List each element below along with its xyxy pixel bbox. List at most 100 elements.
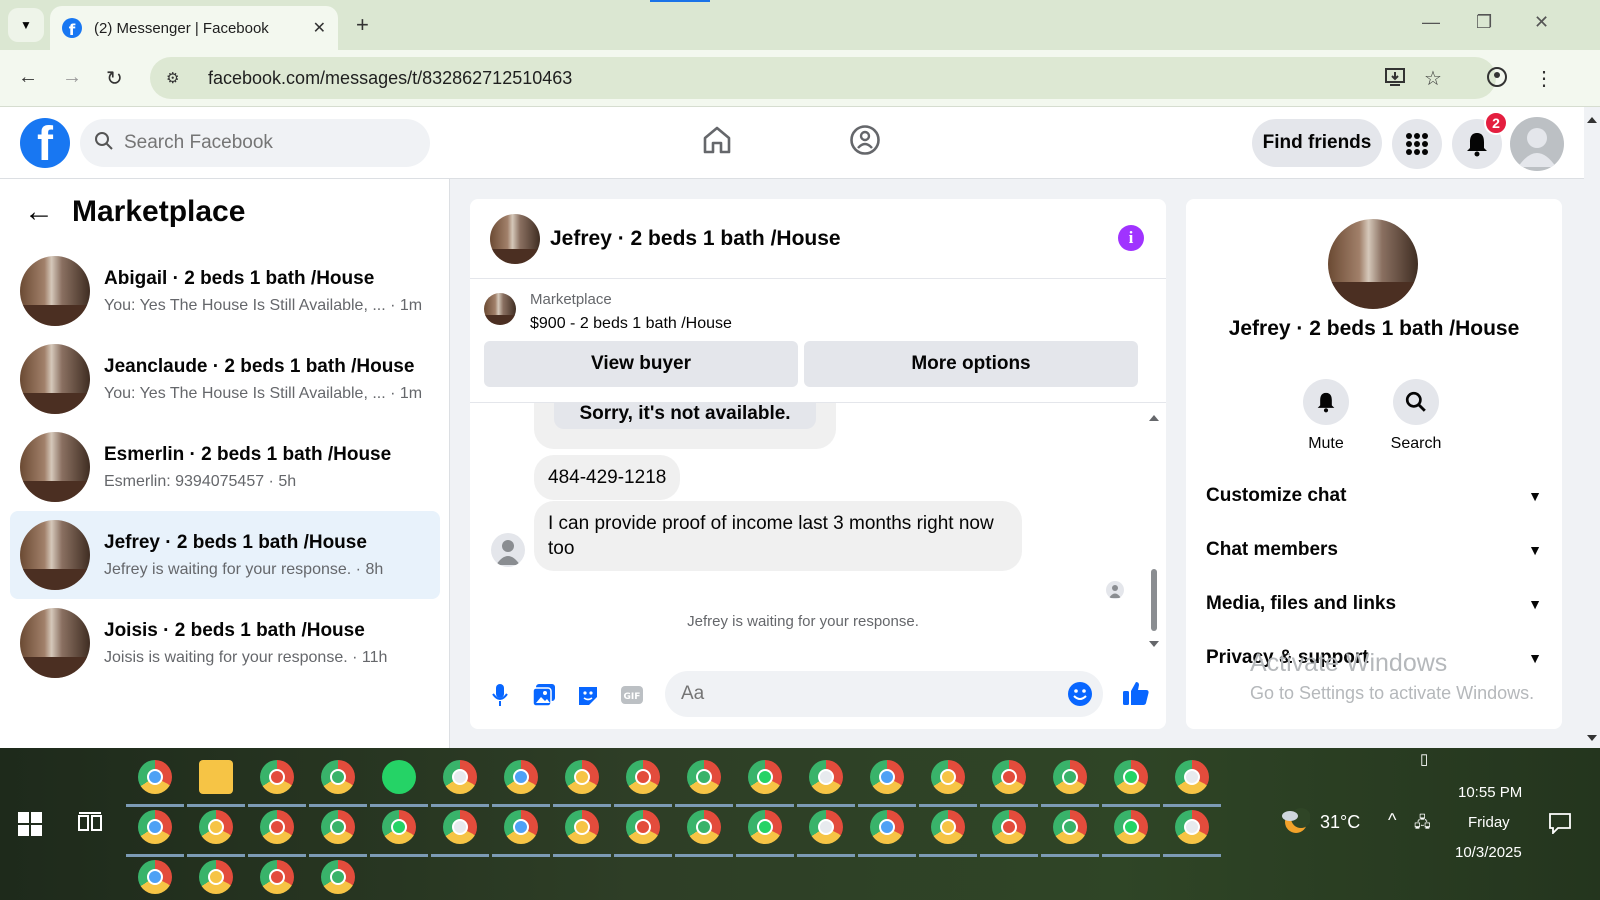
emoji-icon[interactable] — [1067, 681, 1093, 712]
groups-icon[interactable] — [848, 123, 882, 162]
reload-icon[interactable]: ↻ — [106, 66, 123, 91]
taskbar-app-icon[interactable] — [565, 760, 599, 794]
taskbar-app-icon[interactable] — [260, 760, 294, 794]
notification-center-icon[interactable] — [1548, 812, 1572, 834]
taskbar-app-icon[interactable] — [870, 810, 904, 844]
menu-grid-icon[interactable] — [1392, 119, 1442, 169]
page-scrollbar[interactable] — [1584, 107, 1600, 748]
taskbar-app-icon[interactable] — [748, 810, 782, 844]
tab-search-dropdown[interactable]: ▼ — [8, 8, 44, 42]
forward-arrow-icon[interactable]: → — [62, 66, 82, 89]
taskbar-app-icon[interactable] — [931, 760, 965, 794]
facebook-search[interactable] — [80, 119, 430, 167]
conversation-item[interactable]: Abigail · 2 beds 1 bath /House You: Yes … — [10, 247, 440, 335]
taskbar-app-icon[interactable] — [1175, 760, 1209, 794]
clock-day[interactable]: Friday — [1468, 814, 1510, 831]
taskbar-app-icon[interactable] — [138, 760, 172, 794]
taskbar-app-icon[interactable] — [687, 760, 721, 794]
message-input[interactable] — [681, 683, 1041, 705]
taskbar-app-icon[interactable] — [199, 760, 233, 794]
view-buyer-button[interactable]: View buyer — [484, 341, 798, 387]
windows-start-icon[interactable] — [18, 812, 42, 836]
taskbar-app-icon[interactable] — [443, 760, 477, 794]
photo-gallery-icon[interactable] — [532, 683, 556, 713]
taskbar-app-icon[interactable] — [138, 810, 172, 844]
taskbar-app-icon[interactable] — [382, 760, 416, 794]
close-tab-icon[interactable]: ✕ — [313, 18, 326, 38]
clock-time[interactable]: 10:55 PM — [1458, 784, 1522, 801]
conversation-item[interactable]: Esmerlin · 2 beds 1 bath /House Esmerlin… — [10, 423, 440, 511]
taskbar-app-icon[interactable] — [992, 810, 1026, 844]
device-icon[interactable]: ▯ — [1420, 750, 1428, 768]
taskbar-app-icon[interactable] — [504, 760, 538, 794]
conversation-item-active[interactable]: Jefrey · 2 beds 1 bath /House Jefrey is … — [10, 511, 440, 599]
message-bubble[interactable]: 484-429-1218 — [534, 455, 681, 500]
chat-avatar[interactable] — [490, 213, 540, 264]
listing-price-title[interactable]: $900 - 2 beds 1 bath /House — [530, 315, 732, 333]
network-icon[interactable]: 🖧 — [1414, 812, 1431, 837]
taskbar-app-icon[interactable] — [138, 860, 172, 894]
taskbar-app-icon[interactable] — [504, 810, 538, 844]
account-avatar[interactable] — [1510, 117, 1564, 171]
task-view-icon[interactable] — [78, 812, 102, 834]
taskbar-app-icon[interactable] — [1114, 810, 1148, 844]
home-icon[interactable] — [700, 123, 734, 162]
gif-icon[interactable]: GIF — [620, 683, 644, 713]
customize-chat-section[interactable]: Customize chat ▼ — [1206, 485, 1542, 507]
facebook-search-input[interactable] — [124, 132, 404, 154]
message-input-box[interactable] — [665, 671, 1103, 717]
thumbs-up-icon[interactable] — [1122, 679, 1150, 713]
taskbar-app-icon[interactable] — [321, 810, 355, 844]
taskbar-app-icon[interactable] — [687, 810, 721, 844]
taskbar-app-icon[interactable] — [1053, 760, 1087, 794]
taskbar-app-icon[interactable] — [626, 760, 660, 794]
sticker-icon[interactable] — [576, 683, 600, 713]
taskbar-app-icon[interactable] — [199, 860, 233, 894]
taskbar-app-icon[interactable] — [748, 760, 782, 794]
conversation-item[interactable]: Jeanclaude · 2 beds 1 bath /House You: Y… — [10, 335, 440, 423]
site-settings-icon[interactable]: ⚙ — [166, 69, 186, 87]
message-bubble[interactable]: I can provide proof of income last 3 mon… — [534, 501, 1022, 571]
taskbar-app-icon[interactable] — [260, 810, 294, 844]
taskbar-app-icon[interactable] — [809, 810, 843, 844]
taskbar-app-icon[interactable] — [1114, 760, 1148, 794]
chevron-up-icon[interactable]: ^ — [1388, 810, 1396, 831]
taskbar-app-icon[interactable] — [626, 810, 660, 844]
taskbar-app-icon[interactable] — [1175, 810, 1209, 844]
taskbar-app-icon[interactable] — [565, 810, 599, 844]
address-bar[interactable]: ⚙ facebook.com/messages/t/83286271251046… — [150, 57, 1496, 99]
restore-icon[interactable]: ❐ — [1476, 12, 1492, 33]
chat-title[interactable]: Jefrey · 2 beds 1 bath /House — [550, 227, 841, 251]
chat-scrollbar[interactable] — [1148, 411, 1160, 651]
taskbar-app-icon[interactable] — [870, 760, 904, 794]
browser-tab-messenger[interactable]: f (2) Messenger | Facebook ✕ — [50, 6, 338, 50]
conversation-info-icon[interactable]: i — [1118, 225, 1144, 251]
install-app-icon[interactable] — [1384, 66, 1406, 94]
back-arrow-icon[interactable]: ← — [18, 66, 38, 89]
sender-avatar[interactable] — [491, 533, 525, 567]
minimize-icon[interactable]: — — [1422, 12, 1440, 33]
find-friends-button[interactable]: Find friends — [1252, 119, 1382, 167]
clock-date[interactable]: 10/3/2025 — [1455, 844, 1522, 861]
taskbar-app-icon[interactable] — [321, 760, 355, 794]
chat-members-section[interactable]: Chat members ▼ — [1206, 539, 1542, 561]
search-conversation-button[interactable]: Search — [1386, 379, 1446, 453]
weather-temperature[interactable]: 31°C — [1320, 812, 1360, 833]
bookmark-star-icon[interactable]: ☆ — [1424, 66, 1442, 91]
new-tab-button[interactable]: + — [356, 12, 369, 38]
close-window-icon[interactable]: ✕ — [1534, 12, 1549, 33]
microphone-icon[interactable] — [490, 683, 510, 713]
back-arrow-icon[interactable]: ← — [24, 195, 72, 229]
browser-menu-icon[interactable]: ⋮ — [1534, 66, 1554, 91]
media-files-links-section[interactable]: Media, files and links ▼ — [1206, 593, 1542, 615]
taskbar-app-icon[interactable] — [382, 810, 416, 844]
taskbar-app-icon[interactable] — [260, 860, 294, 894]
facebook-logo-icon[interactable]: f — [20, 118, 70, 168]
weather-moon-icon[interactable] — [1280, 806, 1310, 836]
taskbar-app-icon[interactable] — [1053, 810, 1087, 844]
taskbar-app-icon[interactable] — [199, 810, 233, 844]
more-options-button[interactable]: More options — [804, 341, 1138, 387]
taskbar-app-icon[interactable] — [321, 860, 355, 894]
mute-button[interactable]: Mute — [1296, 379, 1356, 453]
taskbar-app-icon[interactable] — [992, 760, 1026, 794]
